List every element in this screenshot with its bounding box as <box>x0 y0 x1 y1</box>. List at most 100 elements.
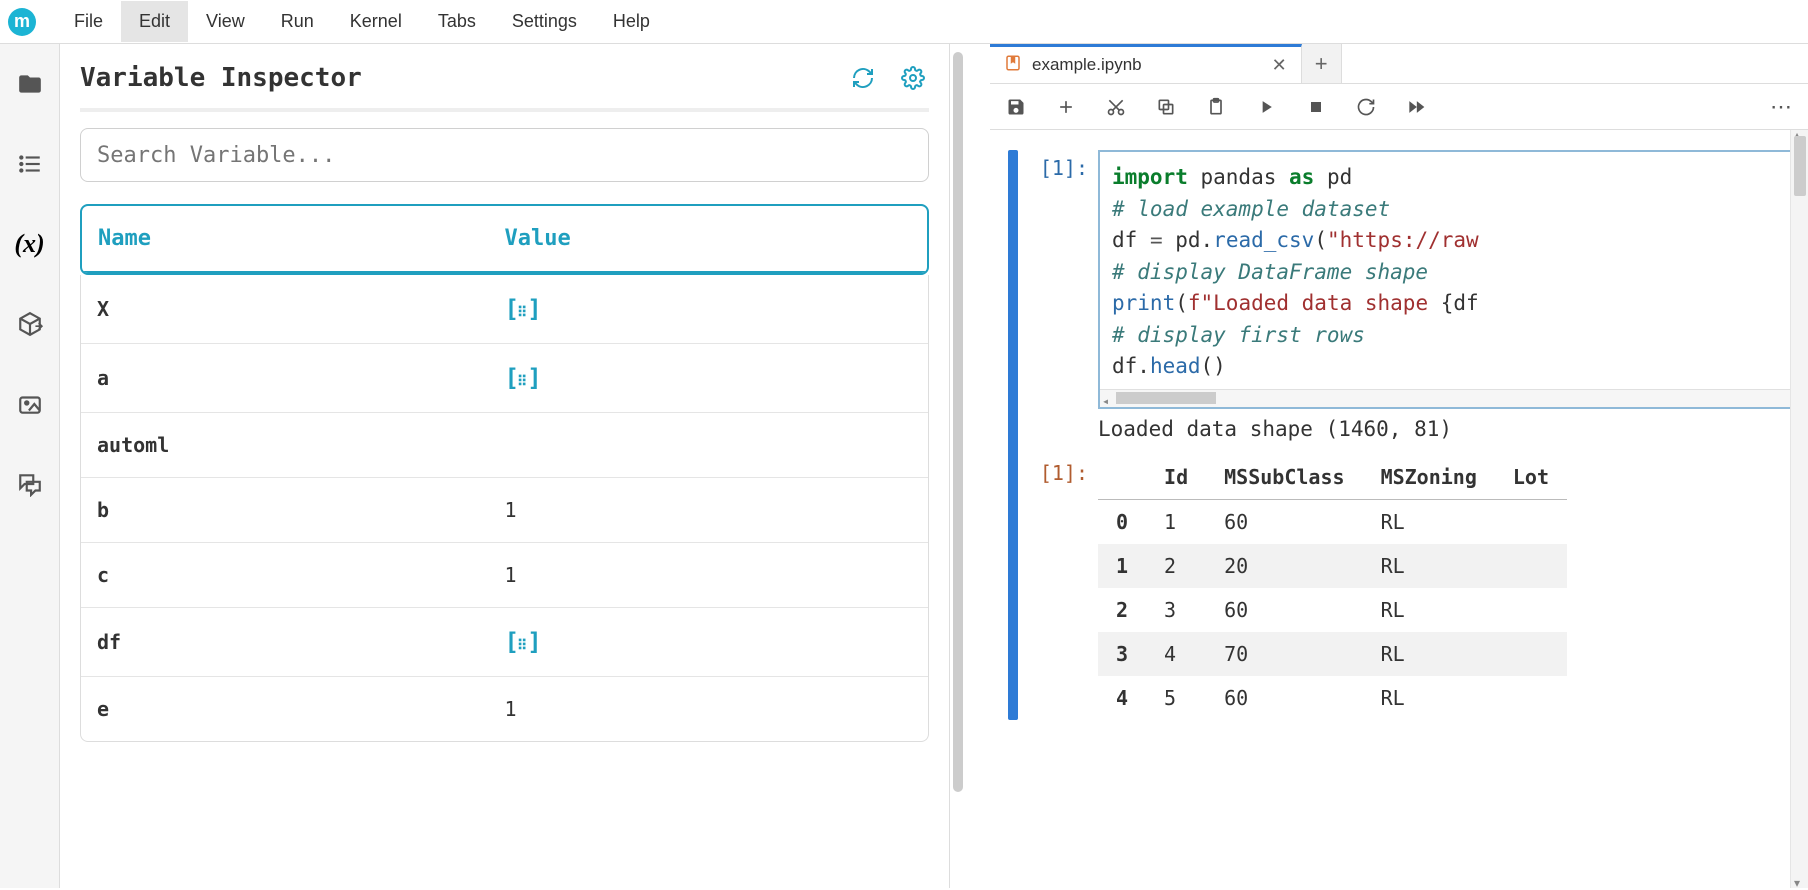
table-row[interactable]: c1 <box>81 543 928 608</box>
menu-file[interactable]: File <box>56 1 121 42</box>
add-tab-button[interactable]: + <box>1302 44 1342 83</box>
gear-icon[interactable] <box>897 62 929 94</box>
activity-rail: (x) <box>0 44 60 888</box>
df-cell <box>1495 544 1567 588</box>
df-cell: 4 <box>1146 632 1206 676</box>
df-cell <box>1495 499 1567 544</box>
df-cell: RL <box>1363 499 1495 544</box>
search-input[interactable] <box>80 128 929 182</box>
rail-chat-icon[interactable] <box>10 464 50 504</box>
column-header-value[interactable]: Value <box>505 226 912 251</box>
column-header-name[interactable]: Name <box>98 226 505 251</box>
df-cell: 60 <box>1206 499 1362 544</box>
restart-icon[interactable] <box>1352 93 1380 121</box>
df-cell: 3 <box>1146 588 1206 632</box>
df-cell: 60 <box>1206 588 1362 632</box>
df-row-index: 1 <box>1098 544 1146 588</box>
df-cell: 20 <box>1206 544 1362 588</box>
rail-package-icon[interactable] <box>10 304 50 344</box>
menu-help[interactable]: Help <box>595 1 668 42</box>
divider <box>80 108 929 112</box>
rail-files-icon[interactable] <box>10 64 50 104</box>
code-cell[interactable]: [1]: import pandas as pd # load example … <box>1008 150 1808 720</box>
df-row-index: 0 <box>1098 499 1146 544</box>
panel-title: Variable Inspector <box>80 63 362 93</box>
horizontal-scrollbar[interactable]: ◂▸ <box>1100 389 1806 407</box>
menu-kernel[interactable]: Kernel <box>332 1 420 42</box>
df-col-header: MSSubClass <box>1206 455 1362 500</box>
close-icon[interactable]: ✕ <box>1272 55 1287 76</box>
menu-tabs[interactable]: Tabs <box>420 1 494 42</box>
cell-indicator <box>1008 150 1018 720</box>
stop-icon[interactable] <box>1302 93 1330 121</box>
dataframe-output: IdMSSubClassMSZoningLot0160RL1220RL2360R… <box>1098 455 1567 720</box>
paste-icon[interactable] <box>1202 93 1230 121</box>
in-prompt: [1]: <box>1028 150 1098 409</box>
var-value: 1 <box>505 697 913 721</box>
df-col-header: MSZoning <box>1363 455 1495 500</box>
var-value: [⠿] <box>505 628 913 656</box>
var-name: automl <box>97 433 505 457</box>
rail-list-icon[interactable] <box>10 144 50 184</box>
menu-edit[interactable]: Edit <box>121 1 188 42</box>
df-col-header: Lot <box>1495 455 1567 500</box>
save-icon[interactable] <box>1002 93 1030 121</box>
var-value: 1 <box>505 498 913 522</box>
df-cell: 2 <box>1146 544 1206 588</box>
copy-icon[interactable] <box>1152 93 1180 121</box>
tab-bar: example.ipynb ✕ + <box>990 44 1808 84</box>
var-name: e <box>97 697 505 721</box>
refresh-icon[interactable] <box>847 62 879 94</box>
more-icon[interactable]: ⋯ <box>1768 93 1796 121</box>
scrollbar[interactable] <box>953 52 963 792</box>
menu-run[interactable]: Run <box>263 1 332 42</box>
df-row-index: 4 <box>1098 676 1146 720</box>
df-cell <box>1495 632 1567 676</box>
tab-title: example.ipynb <box>1032 55 1142 75</box>
var-name: X <box>97 297 505 321</box>
df-row-index: 3 <box>1098 632 1146 676</box>
rail-image-icon[interactable] <box>10 384 50 424</box>
fast-forward-icon[interactable] <box>1402 93 1430 121</box>
df-row-index: 2 <box>1098 588 1146 632</box>
menu-view[interactable]: View <box>188 1 263 42</box>
variable-table: Name Value <box>80 204 929 275</box>
df-cell: 60 <box>1206 676 1362 720</box>
code-editor[interactable]: import pandas as pd # load example datas… <box>1098 150 1808 409</box>
app-logo: m <box>8 8 36 36</box>
tab-example-ipynb[interactable]: example.ipynb ✕ <box>990 44 1302 83</box>
notebook-icon <box>1004 54 1022 77</box>
menu-settings[interactable]: Settings <box>494 1 595 42</box>
df-col-header: Id <box>1146 455 1206 500</box>
var-name: a <box>97 366 505 390</box>
df-cell: RL <box>1363 588 1495 632</box>
df-cell: RL <box>1363 632 1495 676</box>
table-row[interactable]: a[⠿] <box>81 344 928 413</box>
table-row[interactable]: df[⠿] <box>81 608 928 677</box>
table-row[interactable]: automl <box>81 413 928 478</box>
rail-variables-icon[interactable]: (x) <box>10 224 50 264</box>
table-row[interactable]: e1 <box>81 677 928 741</box>
df-cell: RL <box>1363 544 1495 588</box>
run-icon[interactable] <box>1252 93 1280 121</box>
notebook-panel: example.ipynb ✕ + ⋯ [1]: <box>990 44 1808 888</box>
var-value: [⠿] <box>505 364 913 392</box>
var-name: c <box>97 563 505 587</box>
var-value: [⠿] <box>505 295 913 323</box>
menu-bar: m FileEditViewRunKernelTabsSettingsHelp <box>0 0 1808 44</box>
df-cell: 5 <box>1146 676 1206 720</box>
variable-inspector-panel: Variable Inspector Name Value X[⠿]a[⠿]au… <box>60 44 950 888</box>
table-row[interactable]: b1 <box>81 478 928 543</box>
out-prompt: [1]: <box>1028 455 1098 720</box>
scrollbar[interactable]: ▴ ▾ <box>1790 130 1808 888</box>
table-row[interactable]: X[⠿] <box>81 275 928 344</box>
var-name: df <box>97 630 505 654</box>
var-name: b <box>97 498 505 522</box>
cut-icon[interactable] <box>1102 93 1130 121</box>
var-value: 1 <box>505 563 913 587</box>
df-cell: RL <box>1363 676 1495 720</box>
df-cell <box>1495 676 1567 720</box>
df-cell: 1 <box>1146 499 1206 544</box>
add-cell-icon[interactable] <box>1052 93 1080 121</box>
df-cell: 70 <box>1206 632 1362 676</box>
